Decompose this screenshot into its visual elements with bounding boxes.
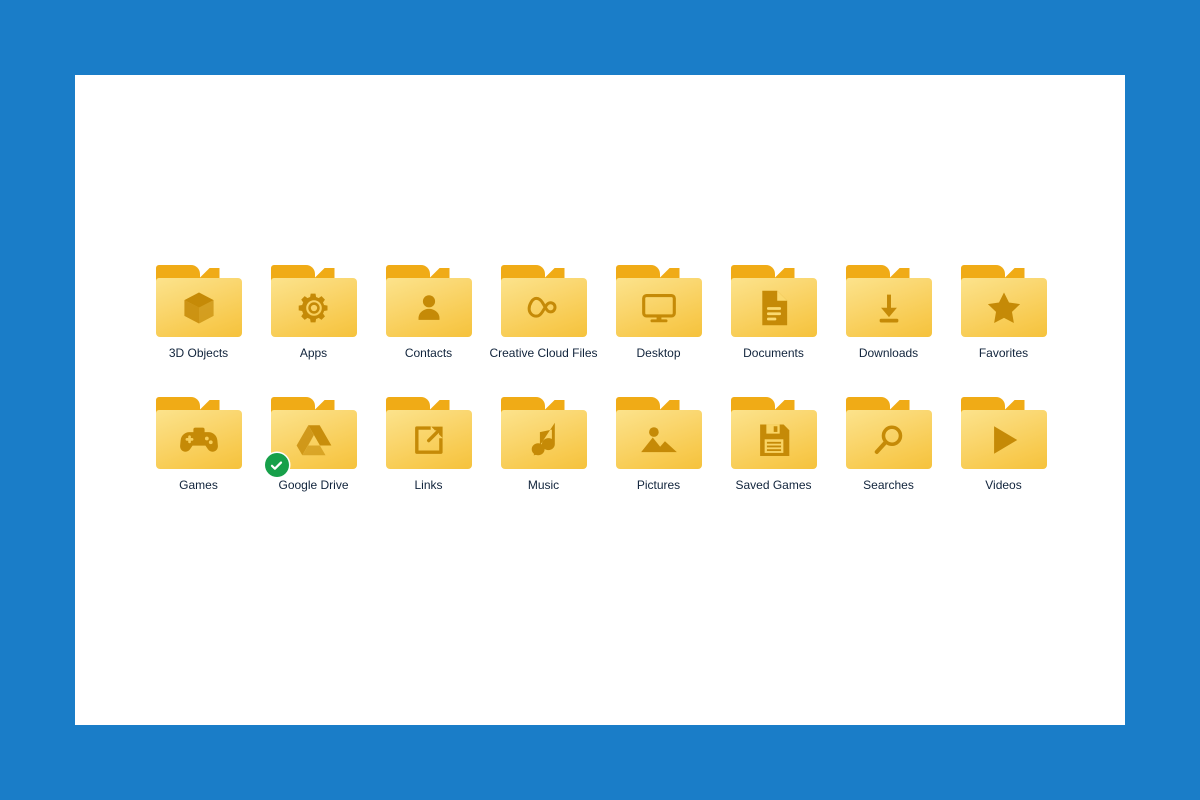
folder-item-label: Links	[414, 478, 443, 492]
folder-icon-art	[615, 397, 702, 469]
star-icon	[961, 278, 1047, 337]
folder-icon-art	[385, 265, 472, 337]
folder-item-label: Videos	[985, 478, 1022, 492]
folder-item-google-drive[interactable]: Google Drive	[256, 397, 371, 529]
folder-item-games[interactable]: Games	[141, 397, 256, 529]
folder-item-music[interactable]: Music	[486, 397, 601, 529]
folder-icon-art	[500, 265, 587, 337]
folder-item-label: Creative Cloud Files	[489, 346, 598, 360]
folder-item-label: Games	[179, 478, 218, 492]
folder-item-label: Google Drive	[278, 478, 349, 492]
external-link-icon	[386, 410, 472, 469]
folder-item-searches[interactable]: Searches	[831, 397, 946, 529]
creative-cloud-icon	[501, 278, 587, 337]
desktop-root: 3D Objects Apps Contacts Creative Cloud Fil…	[0, 0, 1200, 800]
folder-icon-grid: 3D Objects Apps Contacts Creative Cloud Fil…	[141, 265, 1061, 529]
folder-item-label: Music	[527, 478, 560, 492]
folder-item-favorites[interactable]: Favorites	[946, 265, 1061, 397]
gear-icon	[271, 278, 357, 337]
folder-item-label: Saved Games	[735, 478, 812, 492]
folder-item-label: Searches	[863, 478, 914, 492]
folder-item-saved-games[interactable]: Saved Games	[716, 397, 831, 529]
document-icon	[731, 278, 817, 337]
gamepad-icon	[156, 410, 242, 469]
file-explorer-content-panel: 3D Objects Apps Contacts Creative Cloud Fil…	[75, 75, 1125, 725]
folder-item-label: Apps	[299, 346, 328, 360]
folder-item-3d-objects[interactable]: 3D Objects	[141, 265, 256, 397]
folder-item-label: Desktop	[636, 346, 681, 360]
folder-item-desktop[interactable]: Desktop	[601, 265, 716, 397]
folder-item-label: Contacts	[404, 346, 453, 360]
folder-item-apps[interactable]: Apps	[256, 265, 371, 397]
picture-mountain-icon	[616, 410, 702, 469]
folder-item-label: Documents	[743, 346, 804, 360]
folder-item-contacts[interactable]: Contacts	[371, 265, 486, 397]
folder-icon-art	[385, 397, 472, 469]
folder-icon-art	[155, 397, 242, 469]
folder-icon-art	[500, 397, 587, 469]
folder-item-creative-cloud-files[interactable]: Creative Cloud Files	[486, 265, 601, 397]
folder-icon-art	[270, 265, 357, 337]
folder-item-videos[interactable]: Videos	[946, 397, 1061, 529]
music-note-icon	[501, 410, 587, 469]
folder-icon-art	[730, 265, 817, 337]
folder-icon-art	[730, 397, 817, 469]
folder-item-documents[interactable]: Documents	[716, 265, 831, 397]
magnifier-icon	[846, 410, 932, 469]
cube-icon	[156, 278, 242, 337]
folder-item-label: Favorites	[978, 346, 1029, 360]
folder-icon-art	[615, 265, 702, 337]
folder-icon-art	[845, 265, 932, 337]
folder-item-label: 3D Objects	[168, 346, 229, 360]
folder-icon-art	[845, 397, 932, 469]
folder-item-links[interactable]: Links	[371, 397, 486, 529]
person-icon	[386, 278, 472, 337]
folder-item-label: Pictures	[636, 478, 681, 492]
folder-icon-art	[155, 265, 242, 337]
floppy-disk-icon	[731, 410, 817, 469]
monitor-icon	[616, 278, 702, 337]
folder-item-pictures[interactable]: Pictures	[601, 397, 716, 529]
folder-item-label: Downloads	[858, 346, 919, 360]
download-arrow-icon	[846, 278, 932, 337]
folder-icon-art	[960, 265, 1047, 337]
folder-icon-art	[960, 397, 1047, 469]
sync-complete-check-badge	[264, 453, 289, 477]
folder-icon-art	[264, 397, 357, 477]
folder-item-downloads[interactable]: Downloads	[831, 265, 946, 397]
play-triangle-icon	[961, 410, 1047, 469]
